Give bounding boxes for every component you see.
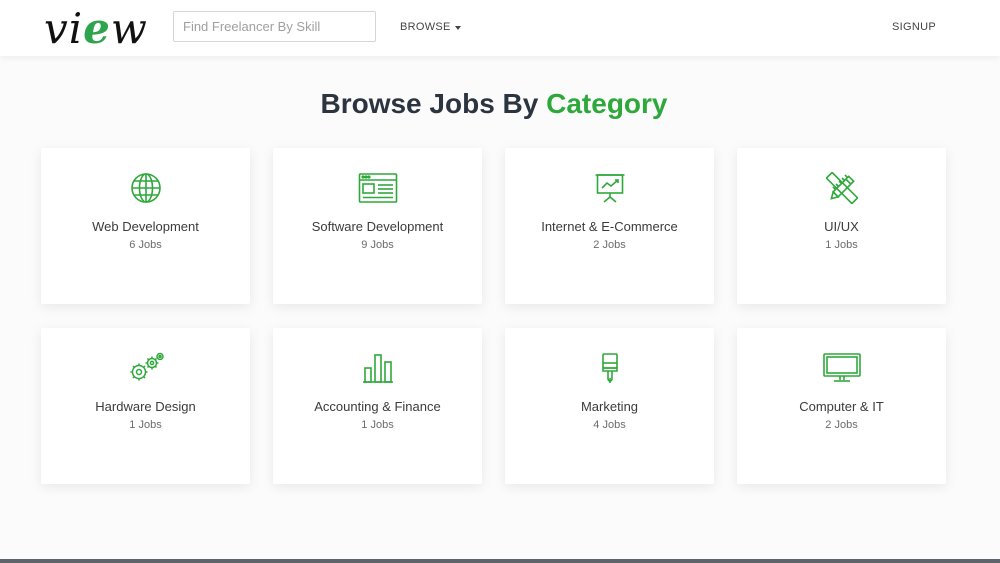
category-card-web-development[interactable]: Web Development 6 Jobs bbox=[41, 148, 250, 304]
category-title: Marketing bbox=[580, 399, 639, 414]
browser-window-icon bbox=[358, 172, 398, 204]
category-card-accounting-finance[interactable]: Accounting & Finance 1 Jobs bbox=[273, 328, 482, 484]
page-title-highlight: Category bbox=[546, 88, 668, 119]
category-title: Computer & IT bbox=[799, 399, 884, 414]
caret-down-icon bbox=[454, 25, 461, 30]
category-card-internet-ecommerce[interactable]: Internet & E-Commerce 2 Jobs bbox=[505, 148, 714, 304]
category-card-ui-ux[interactable]: UI/UX 1 Jobs bbox=[737, 148, 946, 304]
category-card-hardware-design[interactable]: Hardware Design 1 Jobs bbox=[41, 328, 250, 484]
bar-chart-icon bbox=[362, 352, 394, 384]
category-job-count: 6 Jobs bbox=[129, 239, 162, 251]
footer-bar bbox=[0, 559, 1000, 563]
category-title: Hardware Design bbox=[95, 399, 196, 414]
category-card-software-development[interactable]: Software Development 9 Jobs bbox=[273, 148, 482, 304]
category-job-count: 2 Jobs bbox=[593, 239, 626, 251]
category-card-marketing[interactable]: Marketing 4 Jobs bbox=[505, 328, 714, 484]
category-job-count: 1 Jobs bbox=[825, 239, 858, 251]
logo-text-accent: e bbox=[83, 4, 111, 53]
gears-icon bbox=[126, 352, 166, 384]
globe-icon bbox=[130, 172, 162, 204]
category-job-count: 1 Jobs bbox=[129, 419, 162, 431]
category-title: Software Development bbox=[311, 219, 444, 234]
category-job-count: 9 Jobs bbox=[361, 239, 394, 251]
search-input[interactable] bbox=[173, 11, 376, 42]
category-title: Accounting & Finance bbox=[314, 399, 441, 414]
browse-label: BROWSE bbox=[400, 21, 451, 33]
logo-text-start: vi bbox=[44, 4, 84, 53]
category-title: Internet & E-Commerce bbox=[541, 219, 678, 234]
browse-dropdown[interactable]: BROWSE bbox=[400, 21, 461, 33]
category-card-computer-it[interactable]: Computer & IT 2 Jobs bbox=[737, 328, 946, 484]
presentation-chart-icon bbox=[594, 172, 626, 204]
category-title: Web Development bbox=[92, 219, 199, 234]
paint-brush-icon bbox=[594, 352, 626, 384]
navbar: view BROWSE SIGNUP bbox=[0, 0, 1000, 56]
page-title-prefix: Browse Jobs By bbox=[320, 88, 539, 119]
logo-text-end: w bbox=[110, 4, 148, 53]
category-job-count: 1 Jobs bbox=[361, 419, 394, 431]
logo[interactable]: vi e w bbox=[44, 5, 148, 53]
category-title: UI/UX bbox=[824, 219, 859, 234]
page-title: Browse Jobs By Category bbox=[0, 88, 988, 120]
monitor-icon bbox=[822, 352, 862, 384]
pencil-ruler-icon bbox=[826, 172, 858, 204]
signup-link[interactable]: SIGNUP bbox=[892, 21, 936, 33]
category-job-count: 4 Jobs bbox=[593, 419, 626, 431]
category-job-count: 2 Jobs bbox=[825, 419, 858, 431]
